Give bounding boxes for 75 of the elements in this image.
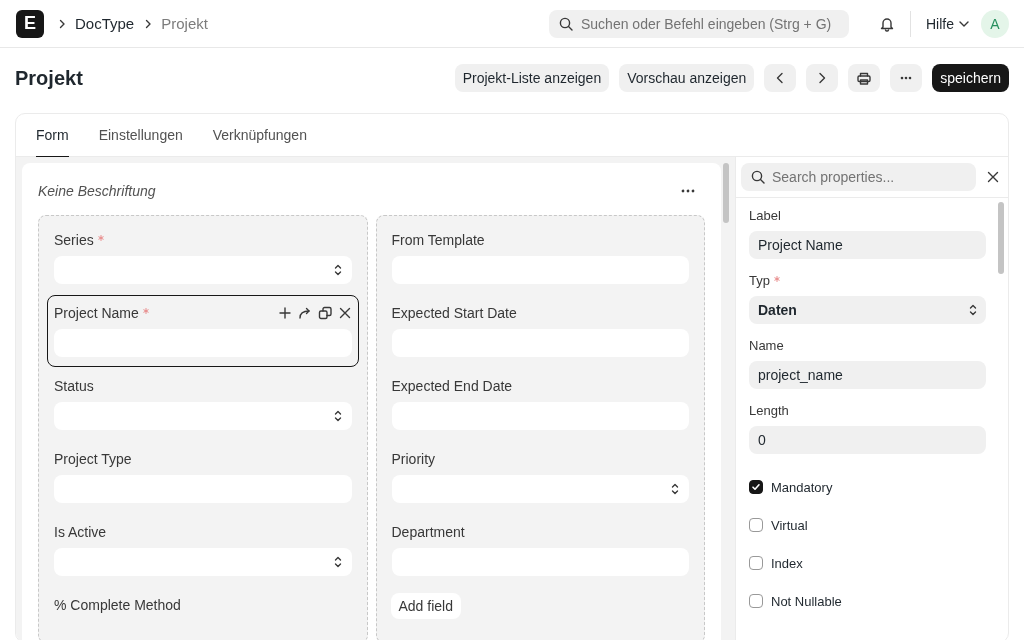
checkbox[interactable]	[749, 594, 763, 608]
section-title: Keine Beschriftung	[38, 183, 156, 199]
field-label: From Template	[391, 232, 485, 248]
select-field[interactable]	[54, 402, 352, 430]
selected-field[interactable]: Project Name	[47, 295, 359, 367]
property-label: Name	[749, 338, 784, 353]
breadcrumb-link[interactable]: Projekt	[161, 15, 208, 32]
input-field[interactable]: Project Name	[749, 231, 986, 259]
field-label: Expected Start Date	[391, 305, 517, 321]
chevron-down-icon	[959, 20, 969, 27]
property-label: Typ	[749, 273, 770, 288]
select-field[interactable]	[54, 256, 352, 284]
save-button[interactable]: speichern	[932, 64, 1009, 92]
action-button[interactable]: Projekt-Liste anzeigen	[454, 64, 610, 92]
up-down-arrows-icon	[333, 410, 342, 422]
property-label: Label	[749, 208, 781, 223]
field-label: Department	[391, 524, 465, 540]
field-label: Priority	[391, 451, 436, 467]
breadcrumb-link[interactable]: DocType	[75, 15, 135, 32]
field-label: Project Name	[54, 305, 139, 321]
field-label: % Complete Method	[54, 597, 181, 613]
more-icon	[900, 76, 913, 80]
search-icon	[751, 170, 765, 184]
scrollbar-thumb[interactable]	[723, 163, 729, 223]
input-field[interactable]: 0	[749, 426, 986, 454]
search-field[interactable]: Search properties...	[741, 163, 976, 191]
user-avatar[interactable]: A	[981, 9, 1009, 38]
bell-icon[interactable]	[879, 15, 895, 32]
field-label: Status	[54, 378, 94, 394]
duplicate-icon[interactable]	[317, 306, 332, 320]
checkbox[interactable]	[749, 518, 763, 532]
plus-icon[interactable]	[277, 306, 292, 320]
checkbox-label: Mandatory	[771, 479, 833, 495]
tab[interactable]: Verknüpfungen	[212, 114, 307, 157]
printer-icon	[857, 71, 872, 85]
checkmark-icon	[751, 482, 761, 492]
add-field-button[interactable]: Add field	[390, 593, 461, 619]
search-field[interactable]: Suchen oder Befehl eingeben (Strg + G)	[549, 9, 849, 38]
tab[interactable]: Einstellungen	[98, 114, 183, 157]
close-icon[interactable]	[986, 170, 1000, 184]
action-button[interactable]: Vorschau anzeigen	[619, 64, 755, 92]
field-label: Project Type	[54, 451, 132, 467]
field-label: Series	[54, 232, 94, 248]
checkbox-label: Virtual	[771, 517, 808, 533]
property-label: Length	[749, 403, 789, 418]
input-field[interactable]: project_name	[749, 361, 986, 389]
curved-arrow-icon[interactable]	[297, 306, 312, 320]
search-icon	[559, 16, 573, 31]
checkbox[interactable]	[749, 480, 763, 494]
page-title: Projekt	[15, 66, 83, 90]
checkbox-label: Index	[771, 555, 803, 571]
up-down-arrows-icon	[969, 304, 977, 316]
previous-button[interactable]	[764, 64, 797, 92]
more-icon[interactable]	[681, 189, 695, 193]
select-field[interactable]: Daten	[749, 296, 986, 324]
print-button[interactable]	[848, 64, 881, 92]
field-label: Expected End Date	[391, 378, 513, 394]
help-menu[interactable]: Hilfe	[926, 15, 969, 32]
chevron-right-icon	[818, 72, 827, 84]
up-down-arrows-icon	[671, 483, 679, 495]
select-field[interactable]	[54, 548, 352, 576]
chevron-right-icon	[144, 18, 153, 29]
chevron-left-icon	[776, 72, 785, 84]
chevron-right-icon	[58, 18, 66, 29]
close-icon[interactable]	[337, 306, 352, 320]
checkbox-label: Not Nullable	[771, 593, 842, 609]
next-button[interactable]	[806, 64, 839, 92]
field-label: Is Active	[54, 524, 107, 540]
checkbox[interactable]	[749, 556, 763, 570]
up-down-arrows-icon	[333, 556, 342, 568]
up-down-arrows-icon	[333, 264, 342, 276]
scrollbar-thumb[interactable]	[998, 202, 1004, 274]
select-field[interactable]	[391, 475, 689, 503]
more-button[interactable]	[890, 64, 923, 92]
app-logo[interactable]: E	[16, 9, 44, 38]
